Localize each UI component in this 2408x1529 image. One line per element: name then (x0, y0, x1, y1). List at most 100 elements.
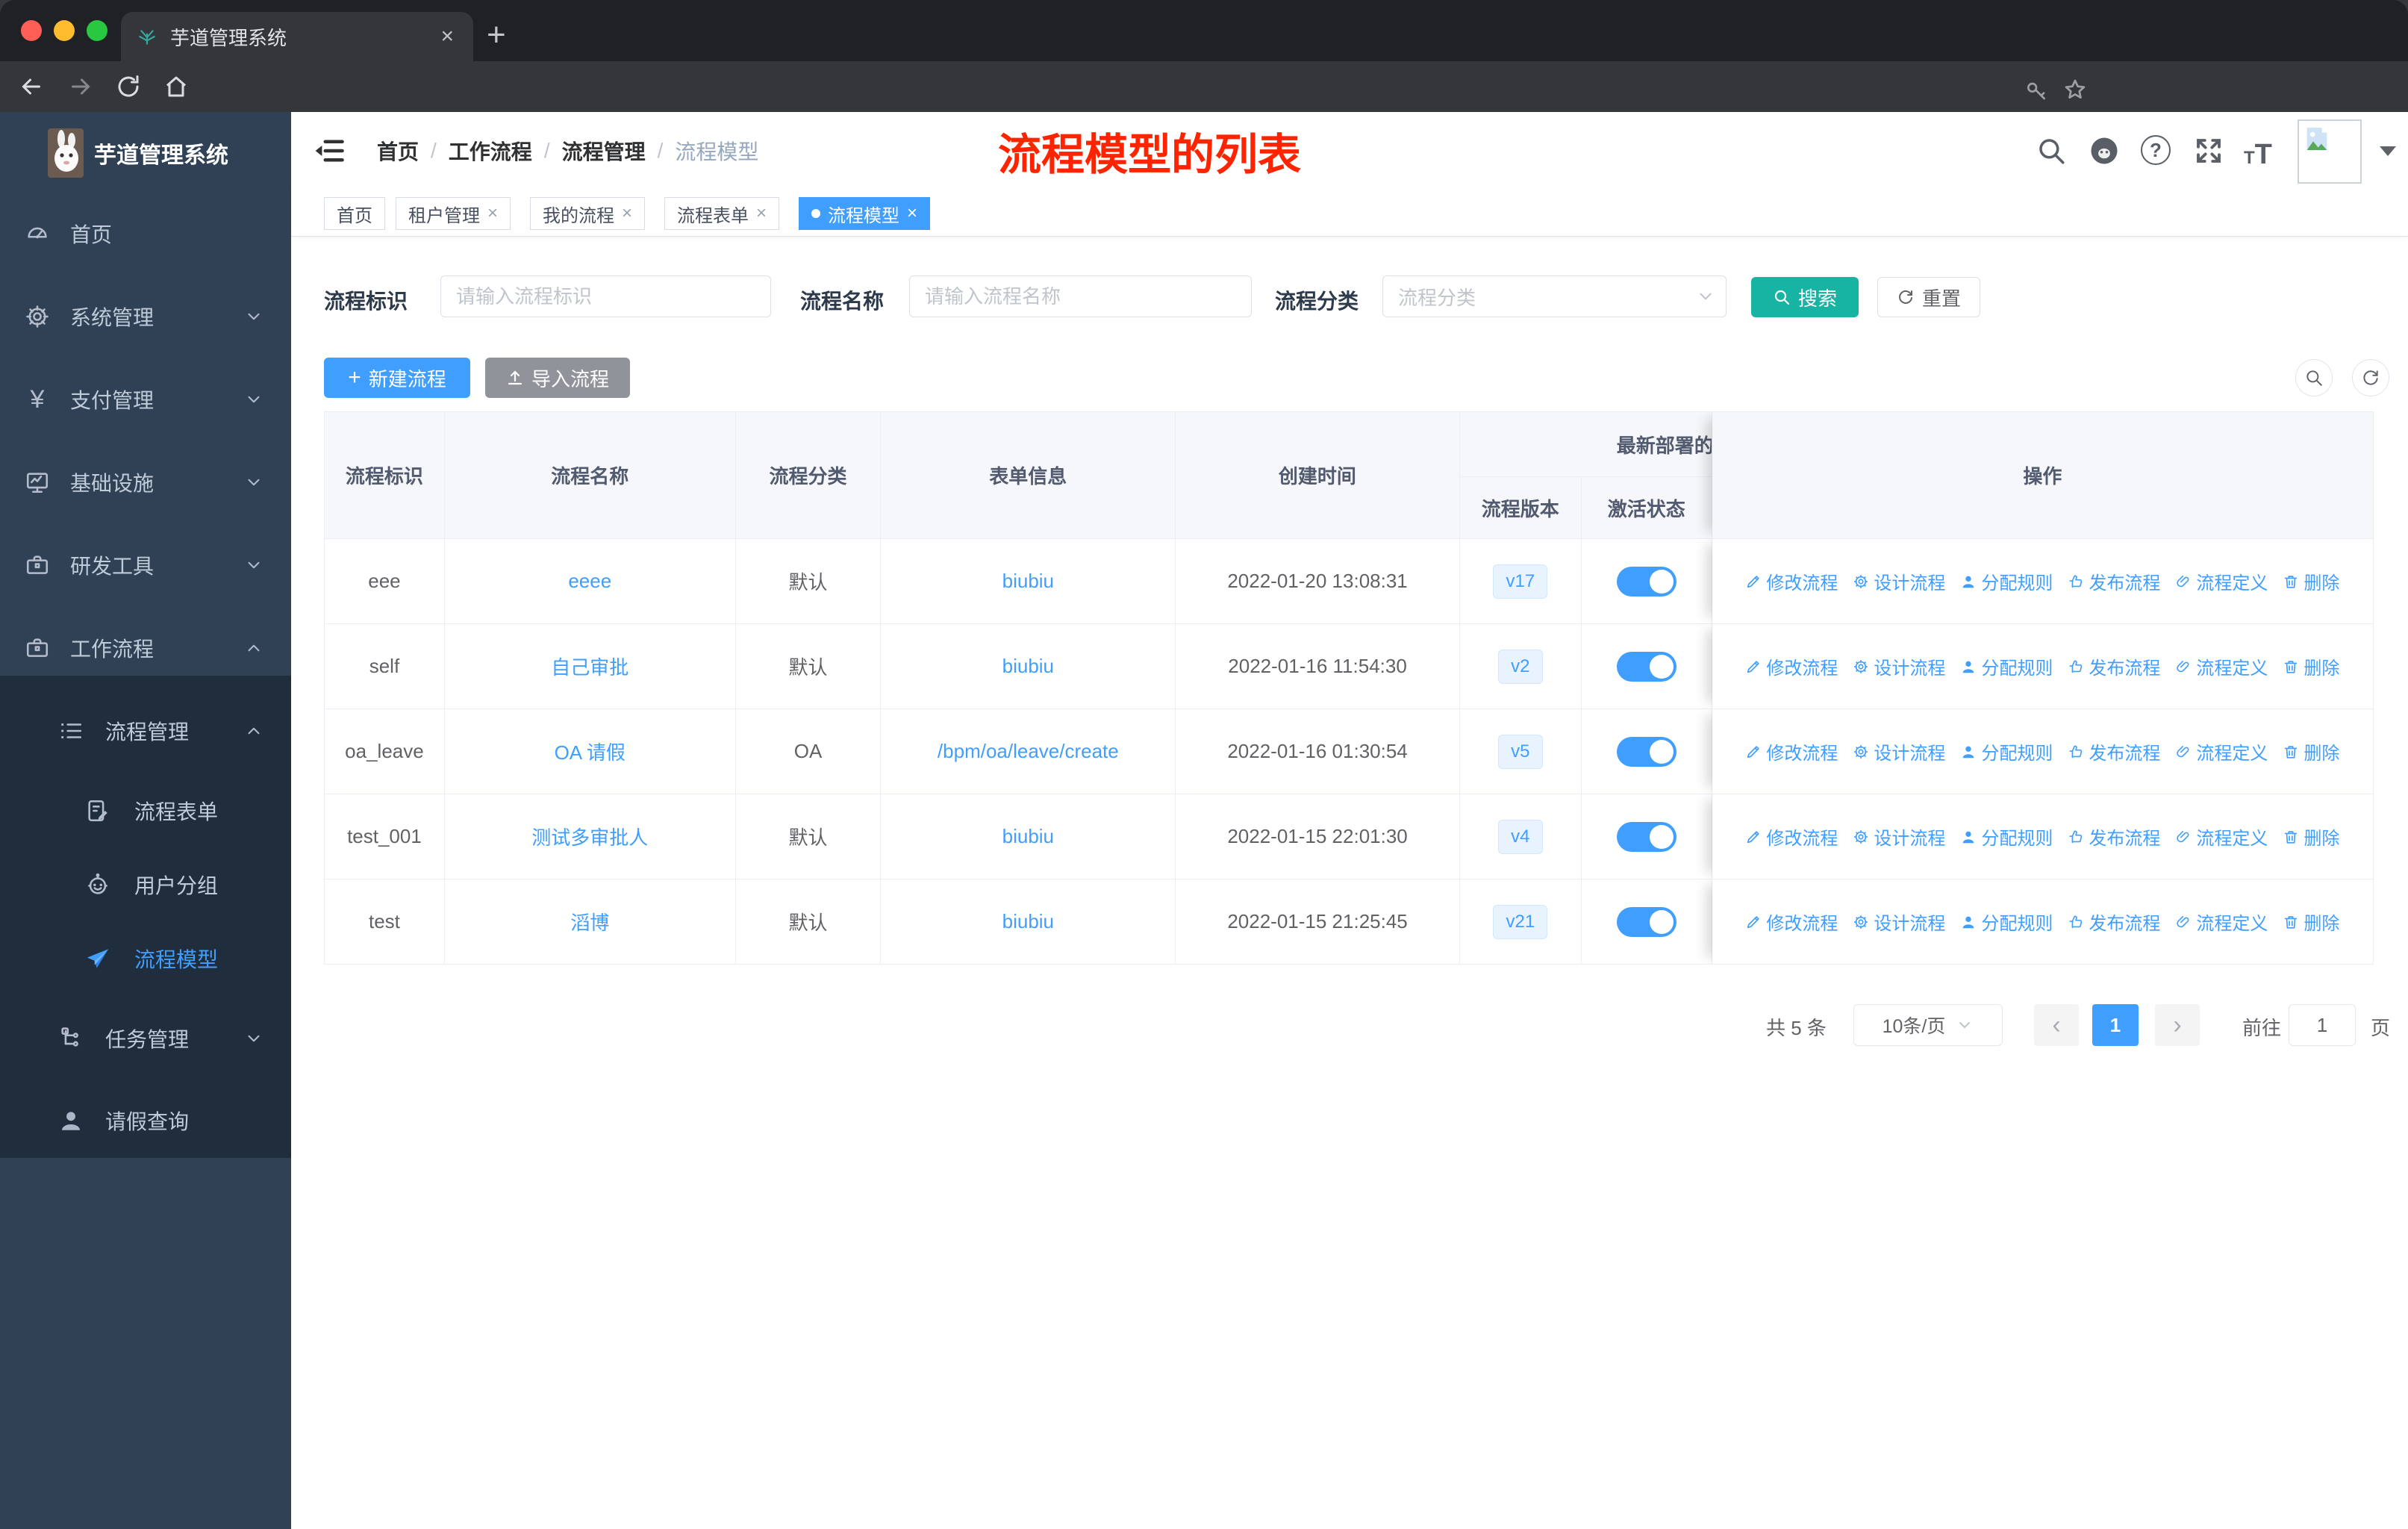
publish-process-action[interactable]: 发布流程 (2068, 738, 2160, 764)
sidebar-item-devtools[interactable]: 研发工具 (0, 535, 291, 595)
page-number-1[interactable]: 1 (2092, 1004, 2139, 1046)
category-select[interactable]: 流程分类 (1382, 275, 1727, 317)
refresh-table-button[interactable] (2352, 359, 2389, 396)
tag-close-icon[interactable]: × (622, 203, 632, 224)
assign-rule-action[interactable]: 分配规则 (1960, 823, 2053, 850)
publish-process-action[interactable]: 发布流程 (2068, 653, 2160, 679)
next-page-button[interactable]: › (2155, 1004, 2200, 1046)
form-info-link[interactable]: /bpm/oa/leave/create (938, 740, 1119, 763)
reload-icon[interactable] (115, 73, 142, 100)
key-icon[interactable] (2024, 78, 2048, 102)
assign-rule-action[interactable]: 分配规则 (1960, 653, 2053, 679)
process-name-input[interactable] (909, 275, 1252, 317)
delete-action[interactable]: 删除 (2283, 653, 2339, 679)
sidebar-item-leave-query[interactable]: 请假查询 (0, 1091, 291, 1150)
page-size-select[interactable]: 10条/页 (1853, 1004, 2003, 1046)
new-tab-button[interactable]: + (487, 16, 506, 54)
sidebar-item-home[interactable]: 首页 (0, 204, 291, 264)
tab-close-icon[interactable]: × (440, 24, 454, 49)
design-process-action[interactable]: 设计流程 (1853, 909, 1945, 935)
window-close-button[interactable] (21, 20, 42, 41)
delete-action[interactable]: 删除 (2283, 909, 2339, 935)
sidebar-item-workflow[interactable]: 工作流程 (0, 618, 291, 678)
tag-my-process[interactable]: 我的流程 × (530, 197, 646, 230)
create-process-button[interactable]: + 新建流程 (324, 358, 470, 398)
fullscreen-icon[interactable] (2193, 135, 2224, 166)
edit-process-action[interactable]: 修改流程 (1745, 909, 1838, 935)
form-info-link[interactable]: biubiu (1002, 655, 1054, 678)
process-definition-action[interactable]: 流程定义 (2175, 909, 2268, 935)
process-name-link[interactable]: OA 请假 (555, 738, 626, 765)
breadcrumb-home[interactable]: 首页 (377, 136, 419, 166)
sidebar-item-payment[interactable]: ¥ 支付管理 (0, 370, 291, 429)
form-info-link[interactable]: biubiu (1002, 570, 1054, 593)
bookmark-star-icon[interactable] (2063, 78, 2087, 102)
tag-process-form[interactable]: 流程表单 × (664, 197, 780, 230)
tag-close-icon[interactable]: × (907, 203, 917, 224)
process-key-input[interactable] (440, 275, 771, 317)
search-button[interactable]: 搜索 (1751, 277, 1859, 317)
tag-close-icon[interactable]: × (487, 203, 498, 224)
delete-action[interactable]: 删除 (2283, 568, 2339, 594)
help-icon[interactable]: ? (2141, 135, 2171, 165)
reset-button[interactable]: 重置 (1877, 277, 1980, 317)
process-name-link[interactable]: eeee (568, 570, 611, 593)
process-definition-action[interactable]: 流程定义 (2175, 823, 2268, 850)
breadcrumb-process-management[interactable]: 流程管理 (562, 136, 646, 166)
sidebar-item-process-form[interactable]: 流程表单 (0, 781, 291, 841)
publish-process-action[interactable]: 发布流程 (2068, 568, 2160, 594)
window-zoom-button[interactable] (87, 20, 107, 41)
form-info-link[interactable]: biubiu (1002, 825, 1054, 848)
design-process-action[interactable]: 设计流程 (1853, 653, 1945, 679)
window-minimize-button[interactable] (54, 20, 75, 41)
goto-page-input[interactable]: 1 (2289, 1004, 2356, 1046)
import-process-button[interactable]: 导入流程 (485, 358, 630, 398)
edit-process-action[interactable]: 修改流程 (1745, 653, 1838, 679)
design-process-action[interactable]: 设计流程 (1853, 823, 1945, 850)
active-toggle[interactable] (1616, 736, 1676, 767)
sidebar-fold-icon[interactable] (314, 135, 345, 166)
sidebar-item-system[interactable]: 系统管理 (0, 287, 291, 346)
edit-process-action[interactable]: 修改流程 (1745, 568, 1838, 594)
publish-process-action[interactable]: 发布流程 (2068, 823, 2160, 850)
sidebar-item-task-management[interactable]: 任务管理 (0, 1009, 291, 1068)
search-icon[interactable] (2036, 135, 2067, 166)
sidebar-item-infrastructure[interactable]: 基础设施 (0, 452, 291, 512)
home-icon[interactable] (163, 73, 190, 100)
active-toggle[interactable] (1616, 906, 1676, 937)
sidebar-item-user-group[interactable]: 用户分组 (0, 855, 291, 915)
avatar[interactable] (2298, 119, 2362, 184)
edit-process-action[interactable]: 修改流程 (1745, 823, 1838, 850)
process-definition-action[interactable]: 流程定义 (2175, 738, 2268, 764)
delete-action[interactable]: 删除 (2283, 823, 2339, 850)
delete-action[interactable]: 删除 (2283, 738, 2339, 764)
design-process-action[interactable]: 设计流程 (1853, 568, 1945, 594)
avatar-dropdown-caret-icon[interactable] (2380, 146, 2396, 156)
process-name-link[interactable]: 自己审批 (551, 653, 628, 680)
assign-rule-action[interactable]: 分配规则 (1960, 738, 2053, 764)
back-icon[interactable] (18, 73, 45, 100)
assign-rule-action[interactable]: 分配规则 (1960, 909, 2053, 935)
sidebar-item-process-model[interactable]: 流程模型 (0, 929, 291, 988)
show-search-button[interactable] (2295, 359, 2333, 396)
active-toggle[interactable] (1616, 566, 1676, 597)
design-process-action[interactable]: 设计流程 (1853, 738, 1945, 764)
tag-close-icon[interactable]: × (756, 203, 767, 224)
process-name-link[interactable]: 测试多审批人 (531, 823, 648, 850)
prev-page-button[interactable]: ‹ (2034, 1004, 2079, 1046)
font-size-icon[interactable]: TT (2244, 139, 2272, 171)
assign-rule-action[interactable]: 分配规则 (1960, 568, 2053, 594)
sidebar-item-process-management[interactable]: 流程管理 (0, 701, 291, 761)
github-icon[interactable] (2089, 135, 2120, 166)
form-info-link[interactable]: biubiu (1002, 910, 1054, 933)
process-name-link[interactable]: 滔博 (570, 908, 609, 935)
active-toggle[interactable] (1616, 821, 1676, 852)
tag-home[interactable]: 首页 (324, 197, 385, 230)
edit-process-action[interactable]: 修改流程 (1745, 738, 1838, 764)
active-toggle[interactable] (1616, 651, 1676, 682)
breadcrumb-workflow[interactable]: 工作流程 (449, 136, 532, 166)
tag-tenant[interactable]: 租户管理 × (396, 197, 511, 230)
browser-tab[interactable]: 芋道管理系统 × (121, 12, 473, 61)
tag-process-model[interactable]: 流程模型 × (799, 197, 931, 230)
forward-icon[interactable] (67, 73, 94, 100)
